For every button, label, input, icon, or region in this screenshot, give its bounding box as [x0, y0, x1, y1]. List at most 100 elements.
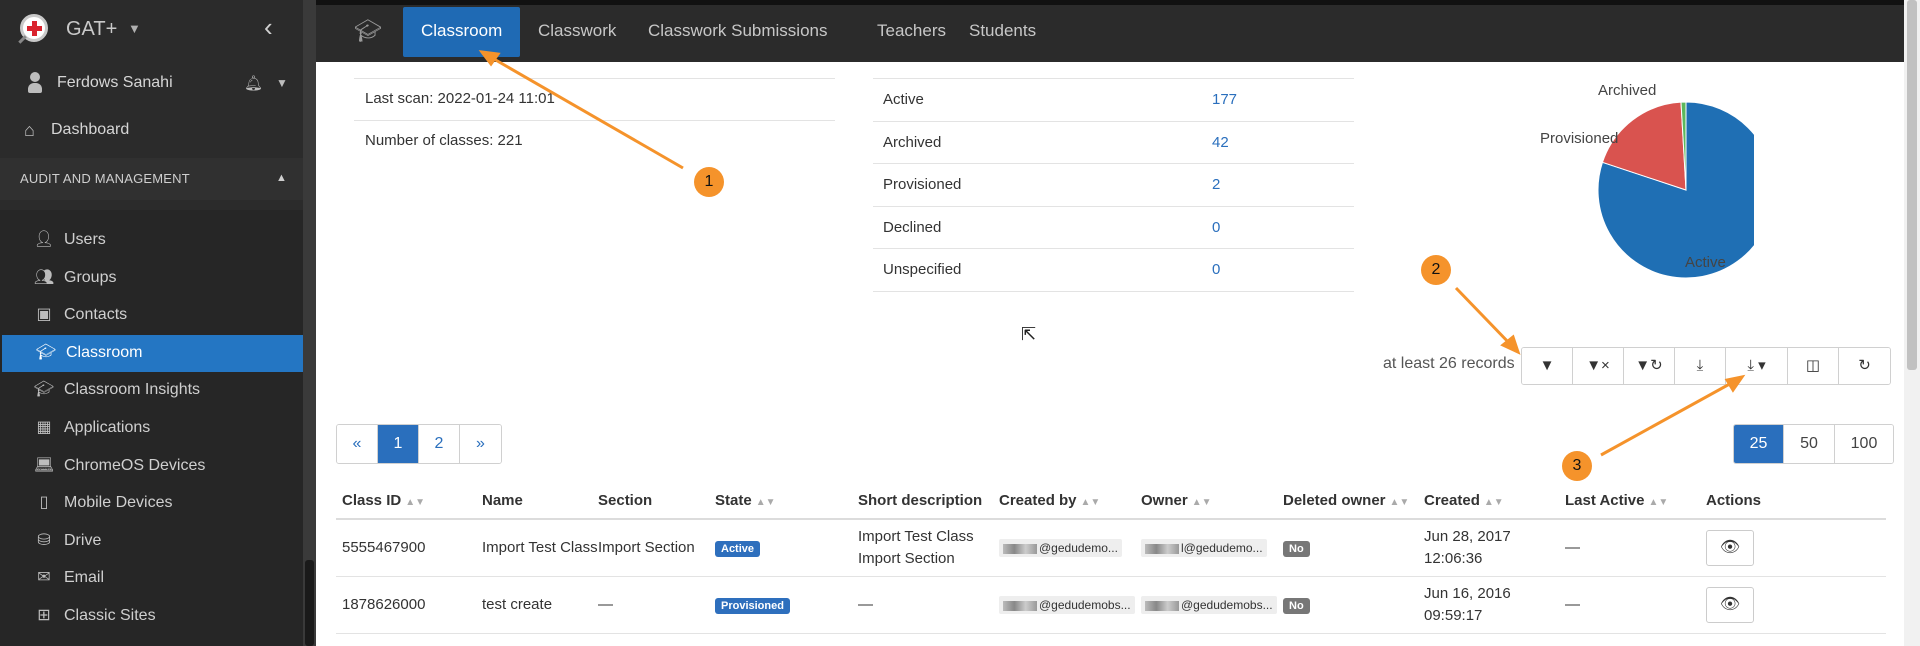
- sidebar-item-classic-sites[interactable]: ⊞ Classic Sites: [0, 598, 303, 635]
- created-time: 12:06:36: [1424, 550, 1483, 567]
- page-scrollbar[interactable]: [1904, 0, 1920, 646]
- column-header-label: State: [715, 492, 752, 509]
- pie-label-provisioned: Provisioned: [1540, 130, 1619, 147]
- column-header-owner[interactable]: Owner ▲▼: [1141, 492, 1211, 509]
- sidebar-item-label: Mobile Devices: [64, 494, 173, 512]
- sidebar-item-groups[interactable]: 👥︎ Groups: [0, 260, 303, 297]
- class-state: Active: [715, 539, 761, 557]
- columns-icon: ◫: [1805, 357, 1821, 374]
- column-header-class-id[interactable]: Class ID ▲▼: [342, 492, 425, 509]
- class-section: Import Section: [598, 539, 695, 556]
- section-label: AUDIT AND MANAGEMENT: [20, 171, 190, 186]
- sort-icon[interactable]: ▲▼: [1648, 497, 1668, 508]
- column-header-created-by[interactable]: Created by ▲▼: [999, 492, 1100, 509]
- column-header-created[interactable]: Created ▲▼: [1424, 492, 1504, 509]
- pager-page-2[interactable]: 2: [419, 425, 460, 463]
- sidebar-item-contacts[interactable]: ▣ Contacts: [0, 297, 303, 334]
- sidebar-item-chromeos-devices[interactable]: 💻︎ ChromeOS Devices: [0, 448, 303, 485]
- sidebar-item-users[interactable]: 👤︎ Users: [0, 222, 303, 259]
- tab-classwork[interactable]: Classwork: [520, 7, 634, 57]
- user-caret-down-icon[interactable]: ▼: [276, 76, 288, 90]
- home-icon: ⌂: [24, 120, 35, 140]
- status-badge: Active: [715, 541, 761, 557]
- section-audit-management[interactable]: AUDIT AND MANAGEMENT ▲: [0, 158, 303, 200]
- state-count-link[interactable]: 0: [1212, 261, 1220, 278]
- page-size-25[interactable]: 25: [1734, 425, 1784, 463]
- tab-teachers[interactable]: Teachers: [859, 7, 964, 57]
- columns-button[interactable]: ◫: [1788, 348, 1839, 384]
- view-button[interactable]: 👁︎: [1706, 530, 1754, 566]
- state-count-link[interactable]: 0: [1212, 219, 1220, 236]
- user-menu[interactable]: Ferdows Sanahi 🔔︎ ▼: [0, 60, 303, 106]
- owner: l@gedudemo...: [1141, 539, 1267, 557]
- page-size-50[interactable]: 50: [1784, 425, 1835, 463]
- page-size-100[interactable]: 100: [1835, 425, 1893, 463]
- column-header-label: Created: [1424, 492, 1480, 509]
- column-header-label: Actions: [1706, 492, 1762, 509]
- sidebar-item-drive[interactable]: ⛁ Drive: [0, 523, 303, 560]
- eye-icon: 👁︎: [1719, 596, 1741, 613]
- export-dropdown-icon: ⤓ ▾: [1747, 357, 1766, 374]
- tab-students[interactable]: Students: [951, 7, 1054, 57]
- sidebar-scrollbar[interactable]: [303, 0, 316, 646]
- state-count-link[interactable]: 42: [1212, 134, 1229, 151]
- pager-next[interactable]: »: [460, 425, 501, 463]
- column-header-short-description: Short description: [858, 492, 982, 509]
- sidebar-item-label: Groups: [64, 268, 117, 286]
- sidebar-item-label: Applications: [64, 419, 151, 436]
- sidebar-item-label: Contacts: [64, 306, 128, 324]
- user-icon: 👤︎: [33, 231, 55, 248]
- pager-page-1[interactable]: 1: [378, 425, 419, 463]
- created-date: Jun 16, 2016: [1424, 585, 1511, 602]
- drive-icon: ⛁: [37, 531, 51, 549]
- sort-icon[interactable]: ▲▼: [1081, 497, 1101, 508]
- page-size-selector: 25 50 100: [1733, 424, 1894, 464]
- envelope-icon: ✉: [37, 569, 51, 587]
- sidebar-item-email[interactable]: ✉ Email: [0, 560, 303, 597]
- sidebar-item-mobile-devices[interactable]: ▯ Mobile Devices: [0, 485, 303, 522]
- state-count-link[interactable]: 2: [1212, 176, 1220, 193]
- bell-icon[interactable]: 🔔︎: [244, 74, 263, 92]
- export-dropdown-button[interactable]: ⤓ ▾: [1726, 348, 1788, 384]
- sort-icon[interactable]: ▲▼: [756, 497, 776, 508]
- refresh-button[interactable]: ↻: [1839, 348, 1890, 384]
- sidebar-item-label: Email: [64, 569, 105, 587]
- state-row: Provisioned 2: [873, 163, 1354, 206]
- clear-filter-button[interactable]: ▼×: [1573, 348, 1624, 384]
- filter-button[interactable]: ▼: [1522, 348, 1573, 384]
- column-header-state[interactable]: State ▲▼: [715, 492, 775, 509]
- sort-icon[interactable]: ▲▼: [1192, 497, 1212, 508]
- sidebar-item-classroom[interactable]: 🎓︎ Classroom: [2, 334, 303, 372]
- reset-filter-button[interactable]: ▼↻: [1624, 348, 1675, 384]
- created-by: @gedudemo...: [999, 539, 1122, 557]
- column-header-name: Name: [482, 492, 523, 509]
- pie-svg: [1597, 101, 1775, 279]
- sidebar-item-dashboard[interactable]: ⌂ Dashboard: [0, 110, 303, 150]
- sort-icon[interactable]: ▲▼: [1390, 497, 1410, 508]
- view-button[interactable]: 👁︎: [1706, 587, 1754, 623]
- sort-icon[interactable]: ▲▼: [1484, 497, 1504, 508]
- annotation-marker-1: 1: [694, 167, 724, 197]
- sidebar-item-calendars[interactable]: ▤Calendars: [0, 636, 303, 646]
- chevron-left-icon[interactable]: ‹: [264, 14, 273, 40]
- app-name[interactable]: GAT+: [66, 18, 117, 41]
- column-header-last-active[interactable]: Last Active ▲▼: [1565, 492, 1668, 509]
- column-header-deleted-owner[interactable]: Deleted owner ▲▼: [1283, 492, 1409, 509]
- sidebar-item-label: Classroom Insights: [64, 381, 201, 399]
- sidebar-item-applications[interactable]: ▦ Applications: [0, 410, 303, 447]
- tab-classroom[interactable]: Classroom: [403, 7, 521, 57]
- tab-classwork-submissions[interactable]: Classwork Submissions: [630, 7, 846, 57]
- state-pie-chart: Archived Provisioned Active: [1454, 74, 1775, 284]
- sidebar-nav: 👤︎ Users 👥︎ Groups ▣ Contacts 🎓︎ Classroom 🎓︎ Cla…: [0, 210, 303, 646]
- deleted-owner: No: [1283, 596, 1310, 614]
- state-count-link[interactable]: 177: [1212, 91, 1237, 108]
- classroom-insights-icon: 🎓︎: [33, 381, 55, 399]
- brand-bar: GAT+ ▼ ‹: [0, 0, 303, 60]
- pager-prev[interactable]: «: [337, 425, 378, 463]
- app-caret-down-icon[interactable]: ▼: [128, 21, 141, 36]
- export-button[interactable]: ⤓: [1675, 348, 1726, 384]
- pie-label-active: Active: [1685, 254, 1726, 271]
- sidebar-item-classroom-insights[interactable]: 🎓︎ Classroom Insights: [0, 372, 303, 409]
- sort-icon[interactable]: ▲▼: [405, 497, 425, 508]
- clear-filter-icon: ▼×: [1586, 357, 1610, 374]
